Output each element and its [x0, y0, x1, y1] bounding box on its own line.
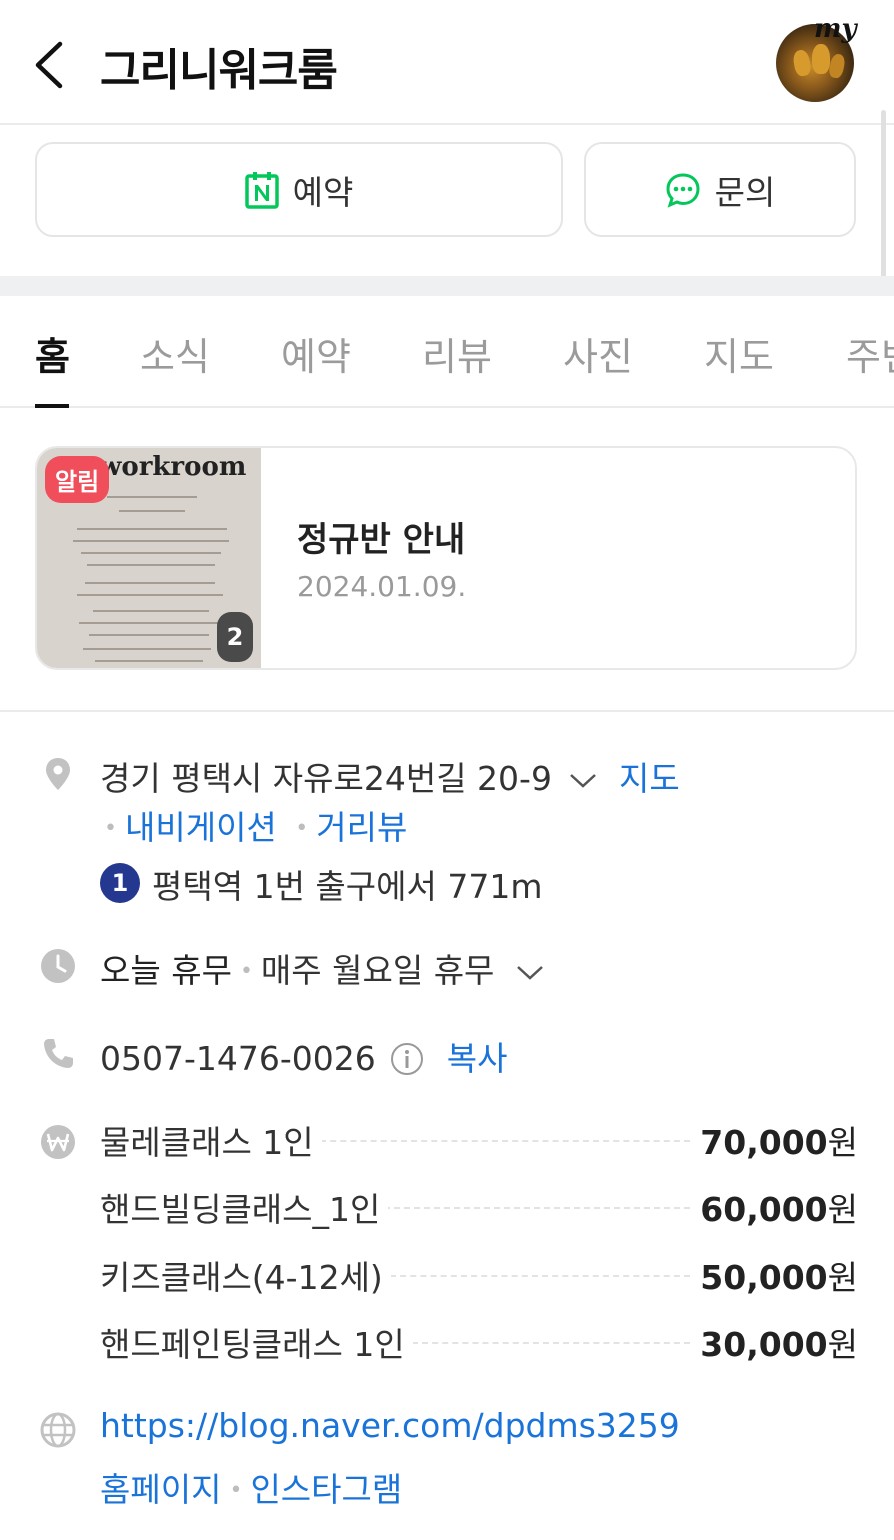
price-row: 핸드페인팅클래스 1인 30,000원	[100, 1318, 858, 1368]
clock-icon	[41, 949, 75, 983]
price-item-value: 30,000원	[700, 1325, 858, 1364]
navigation-link[interactable]: 내비게이션	[125, 808, 277, 847]
website-link[interactable]: https://blog.naver.com/dpdms3259	[100, 1406, 680, 1445]
tab-photos[interactable]: 사진	[563, 326, 633, 381]
notice-card[interactable]: workroom 알림 2 정규반 안내 2024.01.09.	[35, 446, 857, 670]
tab-map[interactable]: 지도	[704, 326, 774, 381]
reserve-button[interactable]: 예약	[35, 142, 563, 237]
image-count-badge: 2	[217, 612, 253, 662]
map-link[interactable]: 지도	[619, 759, 680, 798]
section-separator	[0, 276, 894, 296]
phone-row: 0507-1476-0026 복사	[100, 1032, 508, 1080]
tab-reviews[interactable]: 리뷰	[422, 326, 492, 381]
hours-detail: 매주 월요일 휴무	[260, 951, 495, 990]
tab-home[interactable]: 홈	[35, 326, 70, 381]
scrollbar[interactable]	[881, 110, 886, 285]
chevron-down-icon[interactable]	[568, 770, 598, 790]
address-links-row: • 내비게이션 • 거리뷰	[104, 808, 408, 847]
hours-row[interactable]: 오늘 휴무 • 매주 월요일 휴무	[100, 944, 545, 992]
price-item-name: 핸드빌딩클래스_1인	[100, 1183, 389, 1231]
won-icon	[41, 1125, 75, 1159]
section-divider	[0, 710, 894, 712]
subway-line-badge: 1	[100, 863, 140, 903]
reserve-label: 예약	[292, 172, 354, 212]
header-bar: 그리니워크룸 my	[0, 0, 894, 125]
active-tab-indicator	[35, 404, 69, 408]
hours-status: 오늘 휴무	[100, 951, 232, 990]
tab-news[interactable]: 소식	[140, 326, 210, 381]
price-row: 핸드빌딩클래스_1인 60,000원	[100, 1183, 858, 1233]
phone-icon	[44, 1039, 73, 1068]
price-item-name: 물레클래스 1인	[100, 1116, 322, 1164]
globe-icon	[40, 1412, 76, 1448]
homepage-link[interactable]: 홈페이지	[100, 1470, 221, 1509]
instagram-link[interactable]: 인스타그램	[250, 1470, 402, 1509]
price-item-value: 60,000원	[700, 1190, 858, 1229]
copy-button[interactable]: 복사	[447, 1039, 508, 1078]
price-item-name: 핸드페인팅클래스 1인	[100, 1318, 413, 1366]
address-row: 경기 평택시 자유로24번길 20-9 지도	[100, 752, 680, 800]
phone-number[interactable]: 0507-1476-0026	[100, 1039, 376, 1078]
inquiry-label: 문의	[714, 172, 776, 212]
info-icon[interactable]	[390, 1042, 424, 1076]
tab-nearby[interactable]: 주변	[846, 326, 894, 381]
location-pin-icon	[46, 758, 70, 790]
my-badge[interactable]: my	[814, 14, 857, 44]
price-item-value: 50,000원	[700, 1258, 858, 1297]
address-text: 경기 평택시 자유로24번길 20-9	[100, 759, 552, 798]
naver-calendar-icon	[244, 171, 279, 209]
price-row: 물레클래스 1인 70,000원	[100, 1116, 858, 1166]
back-arrow-icon[interactable]	[30, 38, 70, 92]
price-row: 키즈클래스(4-12세) 50,000원	[100, 1251, 858, 1301]
chevron-down-icon[interactable]	[515, 962, 545, 982]
inquiry-button[interactable]: 문의	[584, 142, 856, 237]
chat-bubble-icon	[666, 172, 700, 208]
price-item-value: 70,000원	[700, 1123, 858, 1162]
subway-directions: 평택역 1번 출구에서 771m	[152, 867, 543, 906]
notice-title: 정규반 안내	[297, 520, 466, 560]
notice-thumbnail[interactable]: workroom 알림 2	[37, 448, 261, 668]
tab-bar: 홈 소식 예약 리뷰 사진 지도 주변	[0, 296, 894, 408]
page-title: 그리니워크룸	[100, 45, 338, 96]
social-links-row: 홈페이지 • 인스타그램	[100, 1470, 403, 1509]
notice-date: 2024.01.09.	[297, 570, 467, 603]
price-item-name: 키즈클래스(4-12세)	[100, 1251, 391, 1299]
tab-reservation[interactable]: 예약	[281, 326, 351, 381]
thumbnail-logo-text: workroom	[99, 452, 247, 482]
streetview-link[interactable]: 거리뷰	[316, 808, 407, 847]
alert-badge: 알림	[45, 456, 110, 503]
